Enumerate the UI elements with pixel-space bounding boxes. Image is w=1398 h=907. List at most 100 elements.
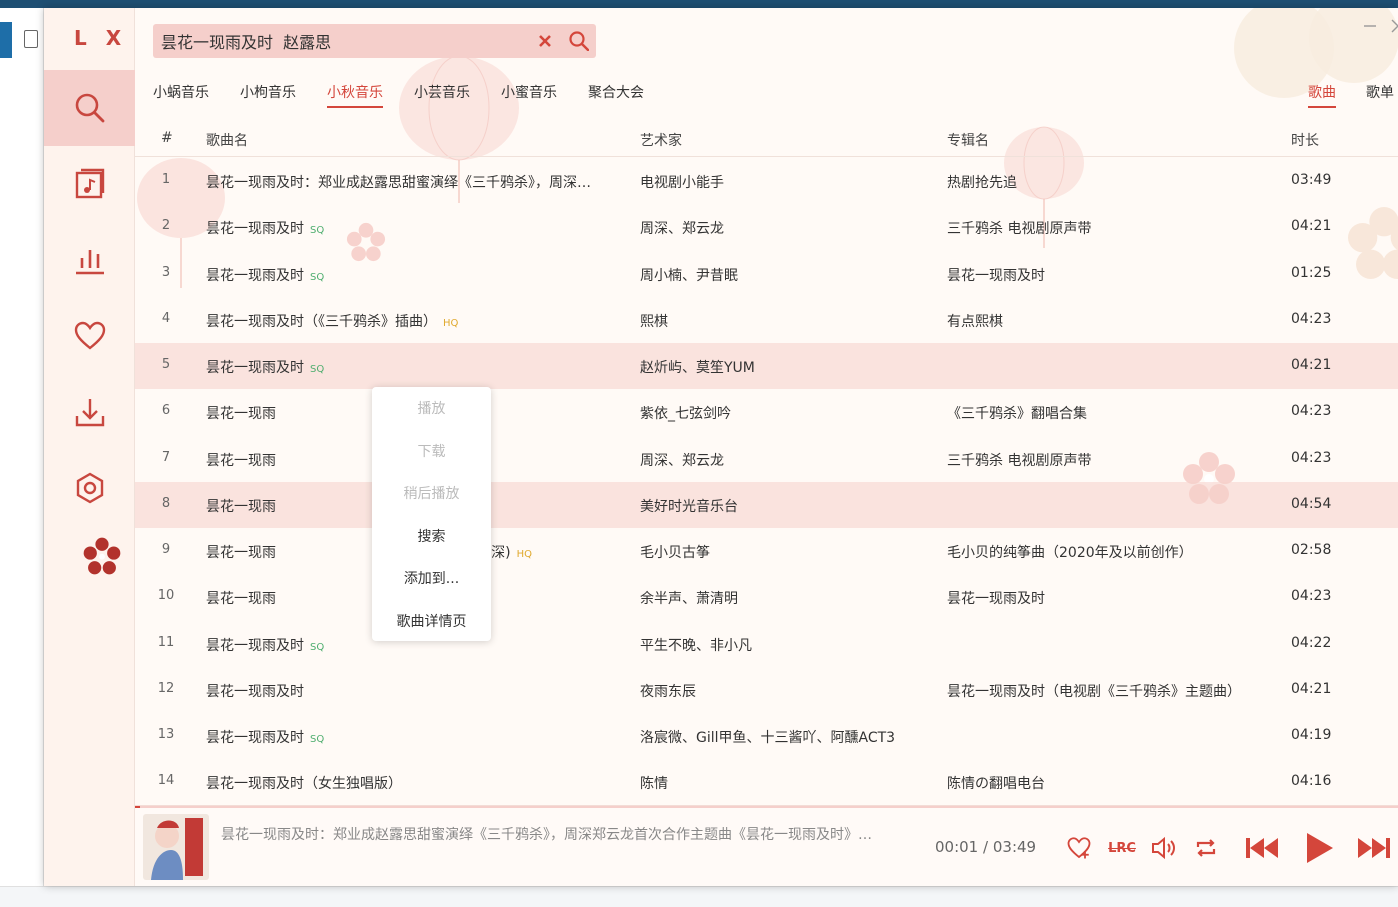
table-row[interactable]: 9 昙花一现雨改编版原唱: 周深)HQ 毛小贝古筝 毛小贝的纯筝曲（2020年及… <box>135 528 1398 574</box>
nav-download[interactable] <box>44 374 135 450</box>
row-num: 13 <box>157 727 175 742</box>
row-album: 昙花一现雨及时（电视剧《三千鸦杀》主题曲） <box>947 684 1241 700</box>
nav-settings[interactable] <box>44 450 135 526</box>
nav-leaderboard[interactable] <box>44 222 135 298</box>
quality-badge: SQ <box>310 734 325 745</box>
song-name: 昙花一现雨及时（《三千鸦杀》插曲） <box>206 314 437 330</box>
table-row[interactable]: 11 昙花一现雨及时 SQ 平生不晚、非小凡 04:22 <box>135 621 1398 667</box>
row-name: 昙花一现雨及时（女生独唱版） <box>206 773 626 793</box>
source-tab-xiaoyun[interactable]: 小芸音乐 <box>414 82 470 108</box>
table-row[interactable]: 2 昙花一现雨及时 SQ 周深、郑云龙 三千鸦杀 电视剧原声带 04:21 <box>135 204 1398 250</box>
download-icon <box>75 399 104 427</box>
tab-playlists[interactable]: 歌单 <box>1366 82 1394 108</box>
nav-search[interactable] <box>44 70 135 146</box>
quality-badge: SQ <box>310 364 325 375</box>
now-playing-title[interactable]: 昙花一现雨及时：郑业成赵露思甜蜜演绎《三千鸦杀》，周深郑云龙首次合作主题曲《昙花… <box>221 824 921 844</box>
row-name: 昙花一现雨及时 SQ <box>206 727 626 747</box>
nav-song-list[interactable] <box>44 146 135 222</box>
header-num: # <box>161 130 173 146</box>
volume-icon <box>1152 836 1175 860</box>
table-row[interactable]: 12 昙花一现雨及时 夜雨东辰 昙花一现雨及时（电视剧《三千鸦杀》主题曲） 04… <box>135 667 1398 713</box>
table-row[interactable]: 7 昙花一现雨 周深、郑云龙 三千鸦杀 电视剧原声带 04:23 <box>135 436 1398 482</box>
menu-item-search[interactable]: 搜索 <box>372 515 491 558</box>
progress-bar[interactable] <box>135 806 1398 808</box>
menu-item-song-detail[interactable]: 歌曲详情页 <box>372 600 491 643</box>
source-tab-aggregate[interactable]: 聚合大会 <box>588 82 644 108</box>
app-logo: L X <box>74 26 128 50</box>
volume-button[interactable] <box>1149 834 1177 862</box>
source-tab-xiaoqiu[interactable]: 小秋音乐 <box>327 82 383 108</box>
row-num: 10 <box>157 588 175 603</box>
row-album: 三千鸦杀 电视剧原声带 <box>947 453 1092 469</box>
clear-search-button[interactable] <box>528 24 562 58</box>
table-row[interactable]: 4 昙花一现雨及时（《三千鸦杀》插曲） HQ 熙棋 有点熙棋 04:23 <box>135 297 1398 343</box>
header-duration[interactable]: 时长 <box>1291 130 1319 150</box>
favorite-button[interactable] <box>1065 834 1093 862</box>
header-name[interactable]: 歌曲名 <box>206 130 248 150</box>
album-cover[interactable] <box>143 814 209 880</box>
row-artist: 毛小贝古筝 <box>640 545 710 561</box>
previous-button[interactable] <box>1243 834 1281 862</box>
song-name: 昙花一现雨 <box>206 453 276 469</box>
nav-favorites[interactable] <box>44 298 135 374</box>
row-artist: 熙棋 <box>640 314 668 330</box>
source-tab-xiaogou[interactable]: 小枸音乐 <box>240 82 296 108</box>
desktop-taskbar-strip <box>0 0 1398 8</box>
row-name: 昙花一现雨及时 <box>206 681 626 701</box>
minimize-button[interactable] <box>1360 16 1380 36</box>
row-name: 昙花一现雨及时：郑业成赵露思甜蜜演绎《三千鸦杀》，周深… <box>206 172 626 192</box>
play-button[interactable] <box>1301 830 1337 866</box>
prev-icon <box>1246 838 1278 858</box>
row-num: 9 <box>161 542 171 557</box>
table-row[interactable]: 3 昙花一现雨及时 SQ 周小楠、尹昔眠 昙花一现雨及时 01:25 <box>135 251 1398 297</box>
row-album: 有点熙棋 <box>947 314 1003 330</box>
lyrics-button[interactable]: LRC <box>1106 834 1138 862</box>
search-box <box>153 24 596 58</box>
table-row[interactable]: 14 昙花一现雨及时（女生独唱版） 陈情 陈情の翻唱电台 04:16 <box>135 759 1398 805</box>
table-row[interactable]: 6 昙花一现雨 紫依_七弦剑吟 《三千鸦杀》翻唱合集 04:23 <box>135 389 1398 435</box>
play-icon <box>1307 833 1333 863</box>
row-num: 8 <box>161 496 171 511</box>
menu-item-play-later[interactable]: 稍后播放 <box>372 472 491 515</box>
song-name: 昙花一现雨及时 <box>206 684 304 700</box>
row-name: 昙花一现雨及时 SQ <box>206 357 626 377</box>
header-album[interactable]: 专辑名 <box>947 130 989 150</box>
row-duration: 04:23 <box>1291 311 1332 327</box>
song-name: 昙花一现雨及时 <box>206 268 304 284</box>
source-tab-xiaomi[interactable]: 小蜜音乐 <box>501 82 557 108</box>
row-artist: 平生不晚、非小凡 <box>640 638 752 654</box>
repeat-button[interactable] <box>1192 834 1220 862</box>
tab-songs[interactable]: 歌曲 <box>1308 82 1336 108</box>
lyrics-icon: LRC <box>1108 840 1136 856</box>
album-art-icon <box>143 814 209 880</box>
source-tabs: 小蜗音乐 小枸音乐 小秋音乐 小芸音乐 小蜜音乐 聚合大会 <box>153 82 675 108</box>
row-artist: 周深、郑云龙 <box>640 453 724 469</box>
song-name: 昙花一现雨及时（女生独唱版） <box>206 776 402 792</box>
leaderboard-icon <box>75 250 104 275</box>
row-duration: 01:25 <box>1291 265 1332 281</box>
next-button[interactable] <box>1355 834 1393 862</box>
song-name: 昙花一现雨 <box>206 499 276 515</box>
source-tab-xiaowo[interactable]: 小蜗音乐 <box>153 82 209 108</box>
row-artist: 赵炘屿、莫笙YUM <box>640 360 755 376</box>
table-row[interactable]: 10 昙花一现雨 余半声、萧清明 昙花一现雨及时 04:23 <box>135 574 1398 620</box>
row-num: 11 <box>157 635 175 650</box>
row-duration: 04:23 <box>1291 588 1332 604</box>
table-row[interactable]: 8 昙花一现雨龙) 美好时光音乐台 04:54 <box>135 482 1398 528</box>
table-row[interactable]: 1 昙花一现雨及时：郑业成赵露思甜蜜演绎《三千鸦杀》，周深… 电视剧小能手 热剧… <box>135 158 1398 204</box>
table-row[interactable]: 5 昙花一现雨及时 SQ 赵炘屿、莫笙YUM 04:21 <box>135 343 1398 389</box>
menu-item-play[interactable]: 播放 <box>372 387 491 430</box>
close-window-button[interactable] <box>1388 16 1398 36</box>
row-duration: 02:58 <box>1291 542 1332 558</box>
row-album: 陈情の翻唱电台 <box>947 776 1045 792</box>
menu-item-add-to[interactable]: 添加到... <box>372 557 491 600</box>
search-button[interactable] <box>562 24 596 58</box>
header-artist[interactable]: 艺术家 <box>640 130 682 150</box>
search-icon <box>75 93 104 123</box>
table-row[interactable]: 13 昙花一现雨及时 SQ 洛宸微、Gill甲鱼、十三酱吖、阿醺ACT3 04:1… <box>135 713 1398 759</box>
close-icon <box>539 35 551 47</box>
time-separator: / <box>983 838 989 856</box>
search-input[interactable] <box>153 24 528 58</box>
row-artist: 电视剧小能手 <box>640 175 724 191</box>
menu-item-download[interactable]: 下载 <box>372 430 491 473</box>
